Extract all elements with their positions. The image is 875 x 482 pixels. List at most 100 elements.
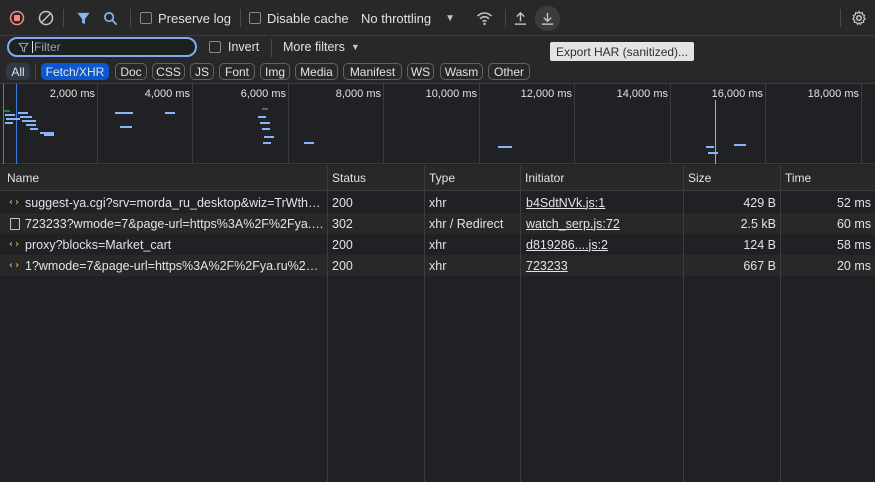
clear-icon[interactable] xyxy=(38,0,54,36)
preserve-log-checkbox[interactable]: Preserve log xyxy=(140,0,231,36)
download-icon[interactable] xyxy=(535,6,560,31)
timeline-request-bar xyxy=(708,152,718,154)
preserve-log-check[interactable] xyxy=(140,12,152,24)
timeline-request-bar xyxy=(30,128,38,130)
xhr-icon: ‹› xyxy=(8,197,21,208)
timeline-request-bar xyxy=(4,110,10,112)
cell-size: 429 B xyxy=(743,195,776,210)
timeline-request-bar xyxy=(262,108,268,110)
cell-initiator-link[interactable]: d819286....js:2 xyxy=(521,234,683,255)
cell-name[interactable]: ‹› 1?wmode=7&page-url=https%3A%2F%2Fya.ru… xyxy=(0,255,327,276)
cell-status: 200 xyxy=(332,237,353,252)
type-chip-manifest[interactable]: Manifest xyxy=(343,63,402,80)
throttling-select[interactable]: No throttling ▼ xyxy=(361,0,455,36)
invert-check[interactable] xyxy=(209,41,221,53)
filter-icon[interactable] xyxy=(76,0,91,36)
filter-toolbar: Filter Invert More filters ▼ xyxy=(0,36,875,62)
disable-cache-checkbox[interactable]: Disable cache xyxy=(249,0,349,36)
timeline-tick: 18,000 ms xyxy=(807,88,859,100)
request-name: proxy?blocks=Market_cart xyxy=(25,237,172,252)
timeline-tick: 14,000 ms xyxy=(616,88,668,100)
type-chip-media[interactable]: Media xyxy=(295,63,338,80)
timeline-overview[interactable]: 2,000 ms 4,000 ms 6,000 ms 8,000 ms 10,0… xyxy=(0,84,875,164)
cell-size: 2.5 kB xyxy=(740,216,776,231)
timeline-request-bar xyxy=(44,134,54,136)
timeline-request-bar xyxy=(260,122,270,124)
type-chip-other[interactable]: Other xyxy=(488,63,530,80)
column-header-time[interactable]: Time xyxy=(778,165,874,191)
disable-cache-label: Disable cache xyxy=(267,10,349,26)
chevron-down-icon: ▼ xyxy=(350,42,360,52)
table-header: Name Status Type Initiator Size Time xyxy=(0,165,875,191)
request-name: 723233?wmode=7&page-url=https%3A%2F%2Fya… xyxy=(25,216,325,231)
cell-status: 200 xyxy=(332,195,353,210)
record-stop-icon[interactable] xyxy=(9,0,25,36)
cell-time: 58 ms xyxy=(836,237,871,252)
table-row[interactable]: ‹› proxy?blocks=Market_cart 200 xhr d819286.… xyxy=(0,234,875,255)
cell-type: xhr xyxy=(429,195,447,210)
network-toolbar: Preserve log Disable cache No throttling… xyxy=(0,0,875,36)
more-filters-dropdown[interactable]: More filters ▼ xyxy=(283,36,360,58)
cell-name[interactable]: ‹› suggest-ya.cgi?srv=morda_ru_desktop&wi… xyxy=(0,192,327,213)
timeline-tick: 6,000 ms xyxy=(240,88,286,100)
filter-input[interactable]: Filter xyxy=(7,37,197,57)
request-name: 1?wmode=7&page-url=https%3A%2F%2Fya.ru%2… xyxy=(25,258,325,273)
cell-type: xhr xyxy=(429,237,447,252)
cell-name[interactable]: ‹› proxy?blocks=Market_cart xyxy=(0,234,327,255)
type-chip-img[interactable]: Img xyxy=(260,63,290,80)
type-chip-css[interactable]: CSS xyxy=(152,63,185,80)
column-header-name[interactable]: Name xyxy=(0,165,327,191)
type-chip-all[interactable]: All xyxy=(6,63,30,80)
column-header-status[interactable]: Status xyxy=(325,165,421,191)
timeline-request-bar xyxy=(706,146,714,148)
cell-name[interactable]: 723233?wmode=7&page-url=https%3A%2F%2Fya… xyxy=(0,213,327,234)
column-header-type[interactable]: Type xyxy=(422,165,517,191)
timeline-request-bar xyxy=(304,142,314,144)
type-chip-wasm[interactable]: Wasm xyxy=(440,63,483,80)
preserve-log-label: Preserve log xyxy=(158,10,231,26)
timeline-request-bar xyxy=(6,118,20,120)
type-filter-bar: All Fetch/XHR Doc CSS JS Font Img Media … xyxy=(0,62,875,84)
more-filters-label: More filters xyxy=(283,40,345,54)
timeline-tick: 2,000 ms xyxy=(49,88,95,100)
timeline-request-bar xyxy=(264,136,274,138)
invert-checkbox[interactable]: Invert xyxy=(209,36,259,58)
search-icon[interactable] xyxy=(103,0,118,36)
table-row[interactable]: ‹› 1?wmode=7&page-url=https%3A%2F%2Fya.ru… xyxy=(0,255,875,276)
disable-cache-check[interactable] xyxy=(249,12,261,24)
column-header-initiator[interactable]: Initiator xyxy=(518,165,680,191)
type-chip-ws[interactable]: WS xyxy=(407,63,434,80)
window-start-marker[interactable] xyxy=(3,84,4,164)
dom-content-loaded-marker xyxy=(16,84,17,164)
throttling-value: No throttling xyxy=(361,10,432,26)
cell-initiator-link[interactable]: watch_serp.js:72 xyxy=(521,213,683,234)
cell-type: xhr xyxy=(429,258,447,273)
cell-time: 60 ms xyxy=(836,216,871,231)
column-header-size[interactable]: Size xyxy=(681,165,777,191)
cell-status: 302 xyxy=(332,216,353,231)
cell-initiator-link[interactable]: 723233 xyxy=(521,255,683,276)
timeline-request-bar xyxy=(26,124,36,126)
timeline-request-bar xyxy=(258,116,266,118)
type-chip-font[interactable]: Font xyxy=(219,63,255,80)
timeline-request-bar xyxy=(18,112,28,114)
type-chip-fetch-xhr[interactable]: Fetch/XHR xyxy=(41,63,109,80)
timeline-request-bar xyxy=(5,114,15,116)
upload-icon[interactable] xyxy=(513,0,528,36)
document-icon xyxy=(10,217,20,230)
timeline-request-bar xyxy=(498,146,512,148)
type-chip-js[interactable]: JS xyxy=(190,63,214,80)
timeline-tick: 8,000 ms xyxy=(335,88,381,100)
gear-icon[interactable] xyxy=(851,0,867,36)
cell-size: 124 B xyxy=(743,237,776,252)
cell-status: 200 xyxy=(332,258,353,273)
export-har-tooltip: Export HAR (sanitized)... xyxy=(550,42,695,61)
wifi-icon[interactable] xyxy=(476,0,493,36)
table-row[interactable]: 723233?wmode=7&page-url=https%3A%2F%2Fya… xyxy=(0,213,875,234)
timeline-tick: 12,000 ms xyxy=(520,88,572,100)
timeline-tick: 4,000 ms xyxy=(144,88,190,100)
cell-initiator-link[interactable]: b4SdtNVk.js:1 xyxy=(521,192,683,213)
request-name: suggest-ya.cgi?srv=morda_ru_desktop&wiz=… xyxy=(25,195,325,210)
type-chip-doc[interactable]: Doc xyxy=(115,63,147,80)
table-row[interactable]: ‹› suggest-ya.cgi?srv=morda_ru_desktop&wi… xyxy=(0,192,875,213)
